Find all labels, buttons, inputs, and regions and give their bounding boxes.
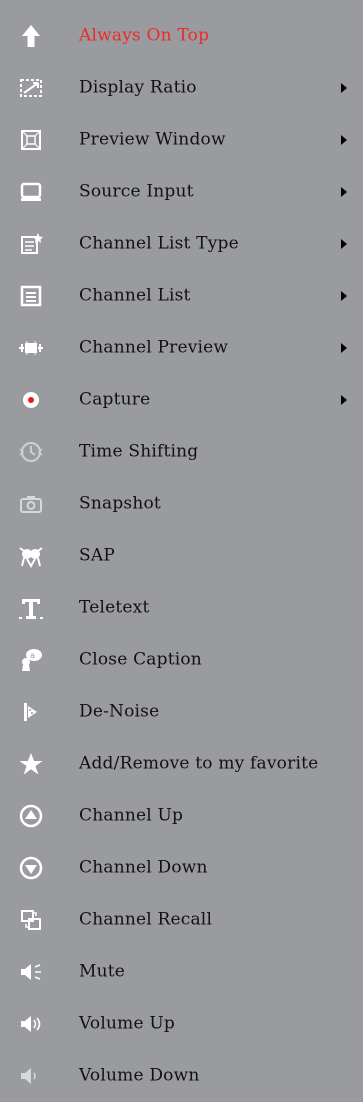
menu-item-source-input[interactable]: Source Input xyxy=(0,166,363,218)
menu-item-label: Source Input xyxy=(79,181,194,202)
channel-recall-icon xyxy=(16,905,46,935)
menu-item-label: Close Caption xyxy=(79,649,202,670)
menu-item-channel-list[interactable]: Channel List xyxy=(0,270,363,322)
caption-bubble-icon: a xyxy=(16,645,46,675)
menu-item-label: Channel List xyxy=(79,285,191,306)
menu-item-channel-recall[interactable]: Channel Recall xyxy=(0,894,363,946)
menu-item-sap[interactable]: SAP xyxy=(0,530,363,582)
menu-item-teletext[interactable]: Teletext xyxy=(0,582,363,634)
time-shift-icon xyxy=(16,437,46,467)
submenu-arrow-icon xyxy=(341,135,347,145)
up-arrow-icon xyxy=(16,21,46,51)
menu-item-label: Channel Preview xyxy=(79,337,229,358)
de-noise-icon xyxy=(16,697,46,727)
menu-item-favorite[interactable]: Add/Remove to my favorite xyxy=(0,738,363,790)
menu-item-always-on-top[interactable]: Always On Top xyxy=(0,10,363,62)
menu-item-label: Always On Top xyxy=(79,25,210,46)
display-ratio-icon xyxy=(16,73,46,103)
menu-item-label: Snapshot xyxy=(79,493,161,514)
circle-up-icon xyxy=(16,801,46,831)
menu-item-channel-list-type[interactable]: Channel List Type xyxy=(0,218,363,270)
menu-item-label: Channel Down xyxy=(79,857,208,878)
menu-item-label: Channel Up xyxy=(79,805,184,826)
menu-item-label: Volume Down xyxy=(79,1065,200,1086)
menu-item-label: Channel List Type xyxy=(79,233,239,254)
camera-icon xyxy=(16,489,46,519)
menu-item-display-ratio[interactable]: Display Ratio xyxy=(0,62,363,114)
volume-down-icon xyxy=(16,1061,46,1091)
volume-up-icon xyxy=(16,1009,46,1039)
menu-item-label: Add/Remove to my favorite xyxy=(79,753,319,774)
record-dot-icon xyxy=(16,385,46,415)
menu-item-label: Display Ratio xyxy=(79,77,197,98)
sap-icon xyxy=(16,541,46,571)
teletext-icon xyxy=(16,593,46,623)
menu-item-channel-preview[interactable]: Channel Preview xyxy=(0,322,363,374)
menu-item-channel-down[interactable]: Channel Down xyxy=(0,842,363,894)
submenu-arrow-icon xyxy=(341,187,347,197)
menu-item-de-noise[interactable]: De-Noise xyxy=(0,686,363,738)
circle-down-icon xyxy=(16,853,46,883)
menu-item-label: Channel Recall xyxy=(79,909,213,930)
menu-item-snapshot[interactable]: Snapshot xyxy=(0,478,363,530)
menu-item-label: Capture xyxy=(79,389,151,410)
submenu-arrow-icon xyxy=(341,291,347,301)
menu-item-label: Teletext xyxy=(79,597,150,618)
submenu-arrow-icon xyxy=(341,395,347,405)
monitor-icon xyxy=(16,177,46,207)
menu-item-label: Preview Window xyxy=(79,129,226,150)
star-icon xyxy=(16,749,46,779)
menu-item-close-caption[interactable]: a Close Caption xyxy=(0,634,363,686)
context-menu: Always On Top Display Ratio Preview Wind… xyxy=(0,0,363,1086)
submenu-arrow-icon xyxy=(341,239,347,249)
menu-item-volume-down[interactable]: Volume Down xyxy=(0,1050,363,1102)
mute-speaker-icon xyxy=(16,957,46,987)
menu-item-label: SAP xyxy=(79,545,115,566)
preview-window-icon xyxy=(16,125,46,155)
menu-item-capture[interactable]: Capture xyxy=(0,374,363,426)
submenu-arrow-icon xyxy=(341,83,347,93)
menu-item-volume-up[interactable]: Volume Up xyxy=(0,998,363,1050)
menu-item-label: Time Shifting xyxy=(79,441,199,462)
list-type-icon xyxy=(16,229,46,259)
list-icon xyxy=(16,281,46,311)
submenu-arrow-icon xyxy=(341,343,347,353)
menu-item-label: De-Noise xyxy=(79,701,160,722)
menu-item-label: Mute xyxy=(79,961,126,982)
menu-item-mute[interactable]: Mute xyxy=(0,946,363,998)
menu-item-time-shifting[interactable]: Time Shifting xyxy=(0,426,363,478)
menu-item-label: Volume Up xyxy=(79,1013,175,1034)
menu-item-preview-window[interactable]: Preview Window xyxy=(0,114,363,166)
menu-item-channel-up[interactable]: Channel Up xyxy=(0,790,363,842)
svg-text:a: a xyxy=(30,651,35,660)
channel-preview-icon xyxy=(16,333,46,363)
